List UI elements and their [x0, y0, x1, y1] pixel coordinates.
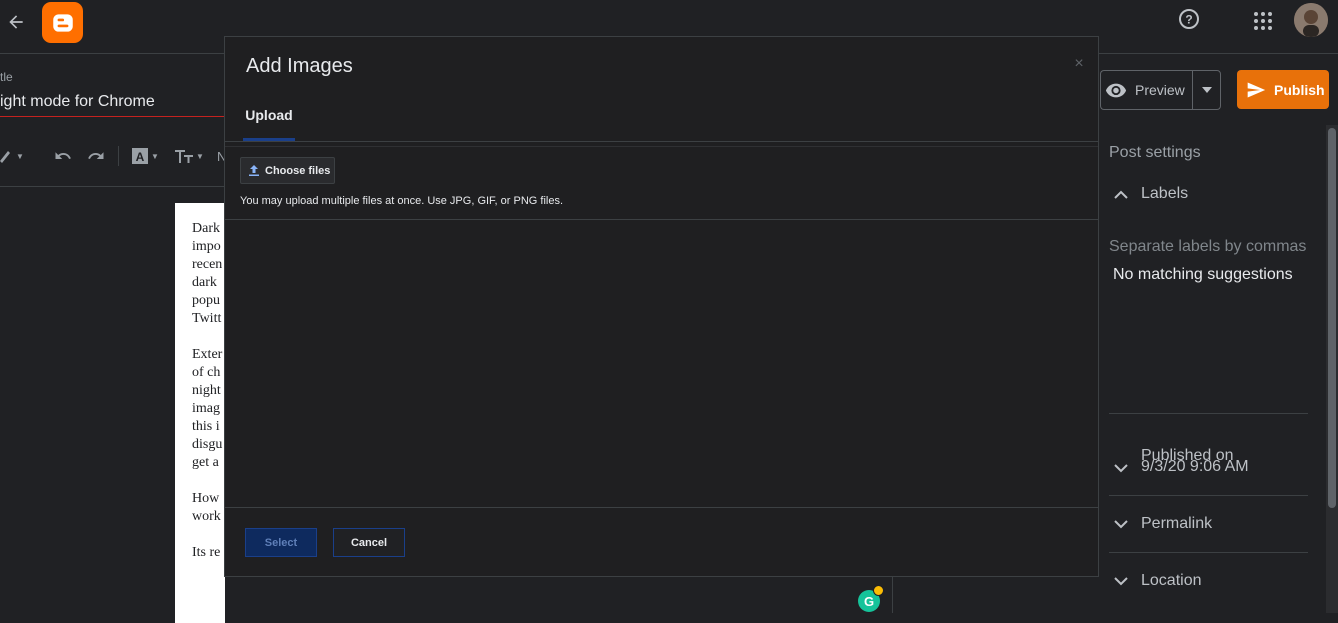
preview-options-dropdown[interactable] — [1192, 70, 1221, 110]
chevron-up-icon — [1109, 182, 1133, 206]
blogger-logo-icon[interactable] — [42, 2, 83, 43]
add-images-dialog: Add Images × Upload Choose files You may… — [224, 36, 1099, 577]
upload-dropzone[interactable] — [225, 220, 1098, 506]
content-divider — [225, 146, 1098, 147]
help-icon[interactable]: ? — [1177, 7, 1201, 31]
pencil-icon — [0, 151, 10, 163]
avatar[interactable] — [1294, 3, 1328, 37]
post-title-input[interactable]: ight mode for Chrome — [0, 93, 224, 111]
undo-icon — [55, 152, 71, 159]
labels-title: Labels — [1141, 185, 1189, 202]
section-divider — [1109, 495, 1308, 496]
editor-line: Dark — [192, 221, 220, 236]
publish-button[interactable]: Publish — [1237, 70, 1329, 109]
labels-section-header[interactable]: Labels — [1109, 182, 1188, 206]
back-button[interactable] — [2, 8, 30, 36]
editor-line: How — [192, 491, 220, 506]
chevron-down-icon — [1109, 456, 1133, 480]
undo-button[interactable] — [54, 146, 72, 166]
publish-label: Publish — [1274, 81, 1325, 98]
scrollbar-thumb[interactable] — [1328, 128, 1336, 508]
upload-icon — [249, 165, 259, 176]
post-settings-heading: Post settings — [1109, 144, 1201, 161]
published-on-value: 9/3/20 9:06 AM — [1141, 458, 1249, 475]
section-divider — [1109, 413, 1308, 414]
footer-divider — [225, 507, 1098, 508]
editor-line: dark — [192, 275, 217, 290]
editor-line: impo — [192, 239, 221, 254]
editor-line: this i — [192, 419, 220, 434]
caret-down-icon — [1201, 87, 1212, 93]
chevron-down-icon — [1109, 512, 1133, 536]
title-label: tle — [0, 70, 13, 84]
redo-button[interactable] — [87, 146, 105, 166]
redo-icon — [88, 152, 104, 159]
apps-grid-icon[interactable] — [1251, 9, 1275, 33]
editor-line: get a — [192, 455, 219, 470]
cancel-button[interactable]: Cancel — [333, 528, 405, 557]
toolbar-bottom-border — [0, 186, 224, 187]
choose-files-label: Choose files — [265, 164, 331, 177]
editor-paragraph[interactable]: Its re — [192, 544, 226, 562]
pencil-dropdown[interactable]: ▼ — [0, 146, 24, 166]
permalink-section-header[interactable]: Permalink — [1109, 512, 1212, 536]
tab-upload[interactable]: Upload — [243, 99, 295, 143]
editor-line: of ch — [192, 365, 221, 380]
permalink-title: Permalink — [1141, 515, 1213, 532]
chevron-down-icon — [1109, 569, 1133, 593]
location-section-header[interactable]: Location — [1109, 569, 1202, 593]
toolbar-divider — [118, 146, 119, 166]
text-color-icon: A — [132, 148, 148, 164]
eye-icon — [1105, 83, 1127, 98]
font-size-dropdown[interactable]: ▼ — [175, 146, 204, 166]
select-button[interactable]: Select — [245, 528, 317, 557]
dialog-title: Add Images — [246, 55, 353, 77]
editor-paragraph[interactable]: How work — [192, 490, 226, 526]
editor-line: recen — [192, 257, 223, 272]
svg-text:?: ? — [1185, 13, 1192, 27]
preview-label: Preview — [1135, 82, 1185, 98]
svg-text:A: A — [136, 150, 145, 164]
close-icon[interactable]: × — [1072, 56, 1086, 72]
upload-hint: You may upload multiple files at once. U… — [240, 195, 564, 207]
font-size-icon — [175, 150, 193, 163]
arrow-back-icon — [9, 15, 23, 29]
editor-line: imag — [192, 401, 220, 416]
editor-paragraph[interactable]: Exter of ch night imag this i disgu get a — [192, 346, 226, 472]
no-suggestions-text: No matching suggestions — [1113, 266, 1293, 283]
editor-line: night — [192, 383, 221, 398]
editor-line: Its re — [192, 545, 221, 560]
editor-toolbar: ▼ A ▼ ▼ N — [0, 136, 226, 176]
location-title: Location — [1141, 572, 1202, 589]
text-color-dropdown[interactable]: A ▼ — [132, 146, 159, 166]
editor-content[interactable]: Dark impo recen dark popu Twitt Exter of ch nigh… — [192, 220, 226, 580]
editor-line: Exter — [192, 347, 223, 362]
send-icon — [1247, 82, 1266, 97]
title-underline — [0, 116, 224, 117]
choose-files-button[interactable]: Choose files — [240, 157, 335, 184]
tab-divider — [225, 141, 1098, 142]
grammarly-status-dot — [873, 585, 884, 596]
preview-button[interactable]: Preview — [1100, 70, 1193, 110]
labels-input[interactable]: Separate labels by commas — [1109, 238, 1306, 256]
editor-paragraph[interactable]: Dark impo recen dark popu Twitt — [192, 220, 226, 328]
editor-line: popu — [192, 293, 220, 308]
editor-line: work — [192, 509, 221, 524]
editor-line: disgu — [192, 437, 223, 452]
section-divider — [1109, 552, 1308, 553]
editor-line: Twitt — [192, 311, 222, 326]
